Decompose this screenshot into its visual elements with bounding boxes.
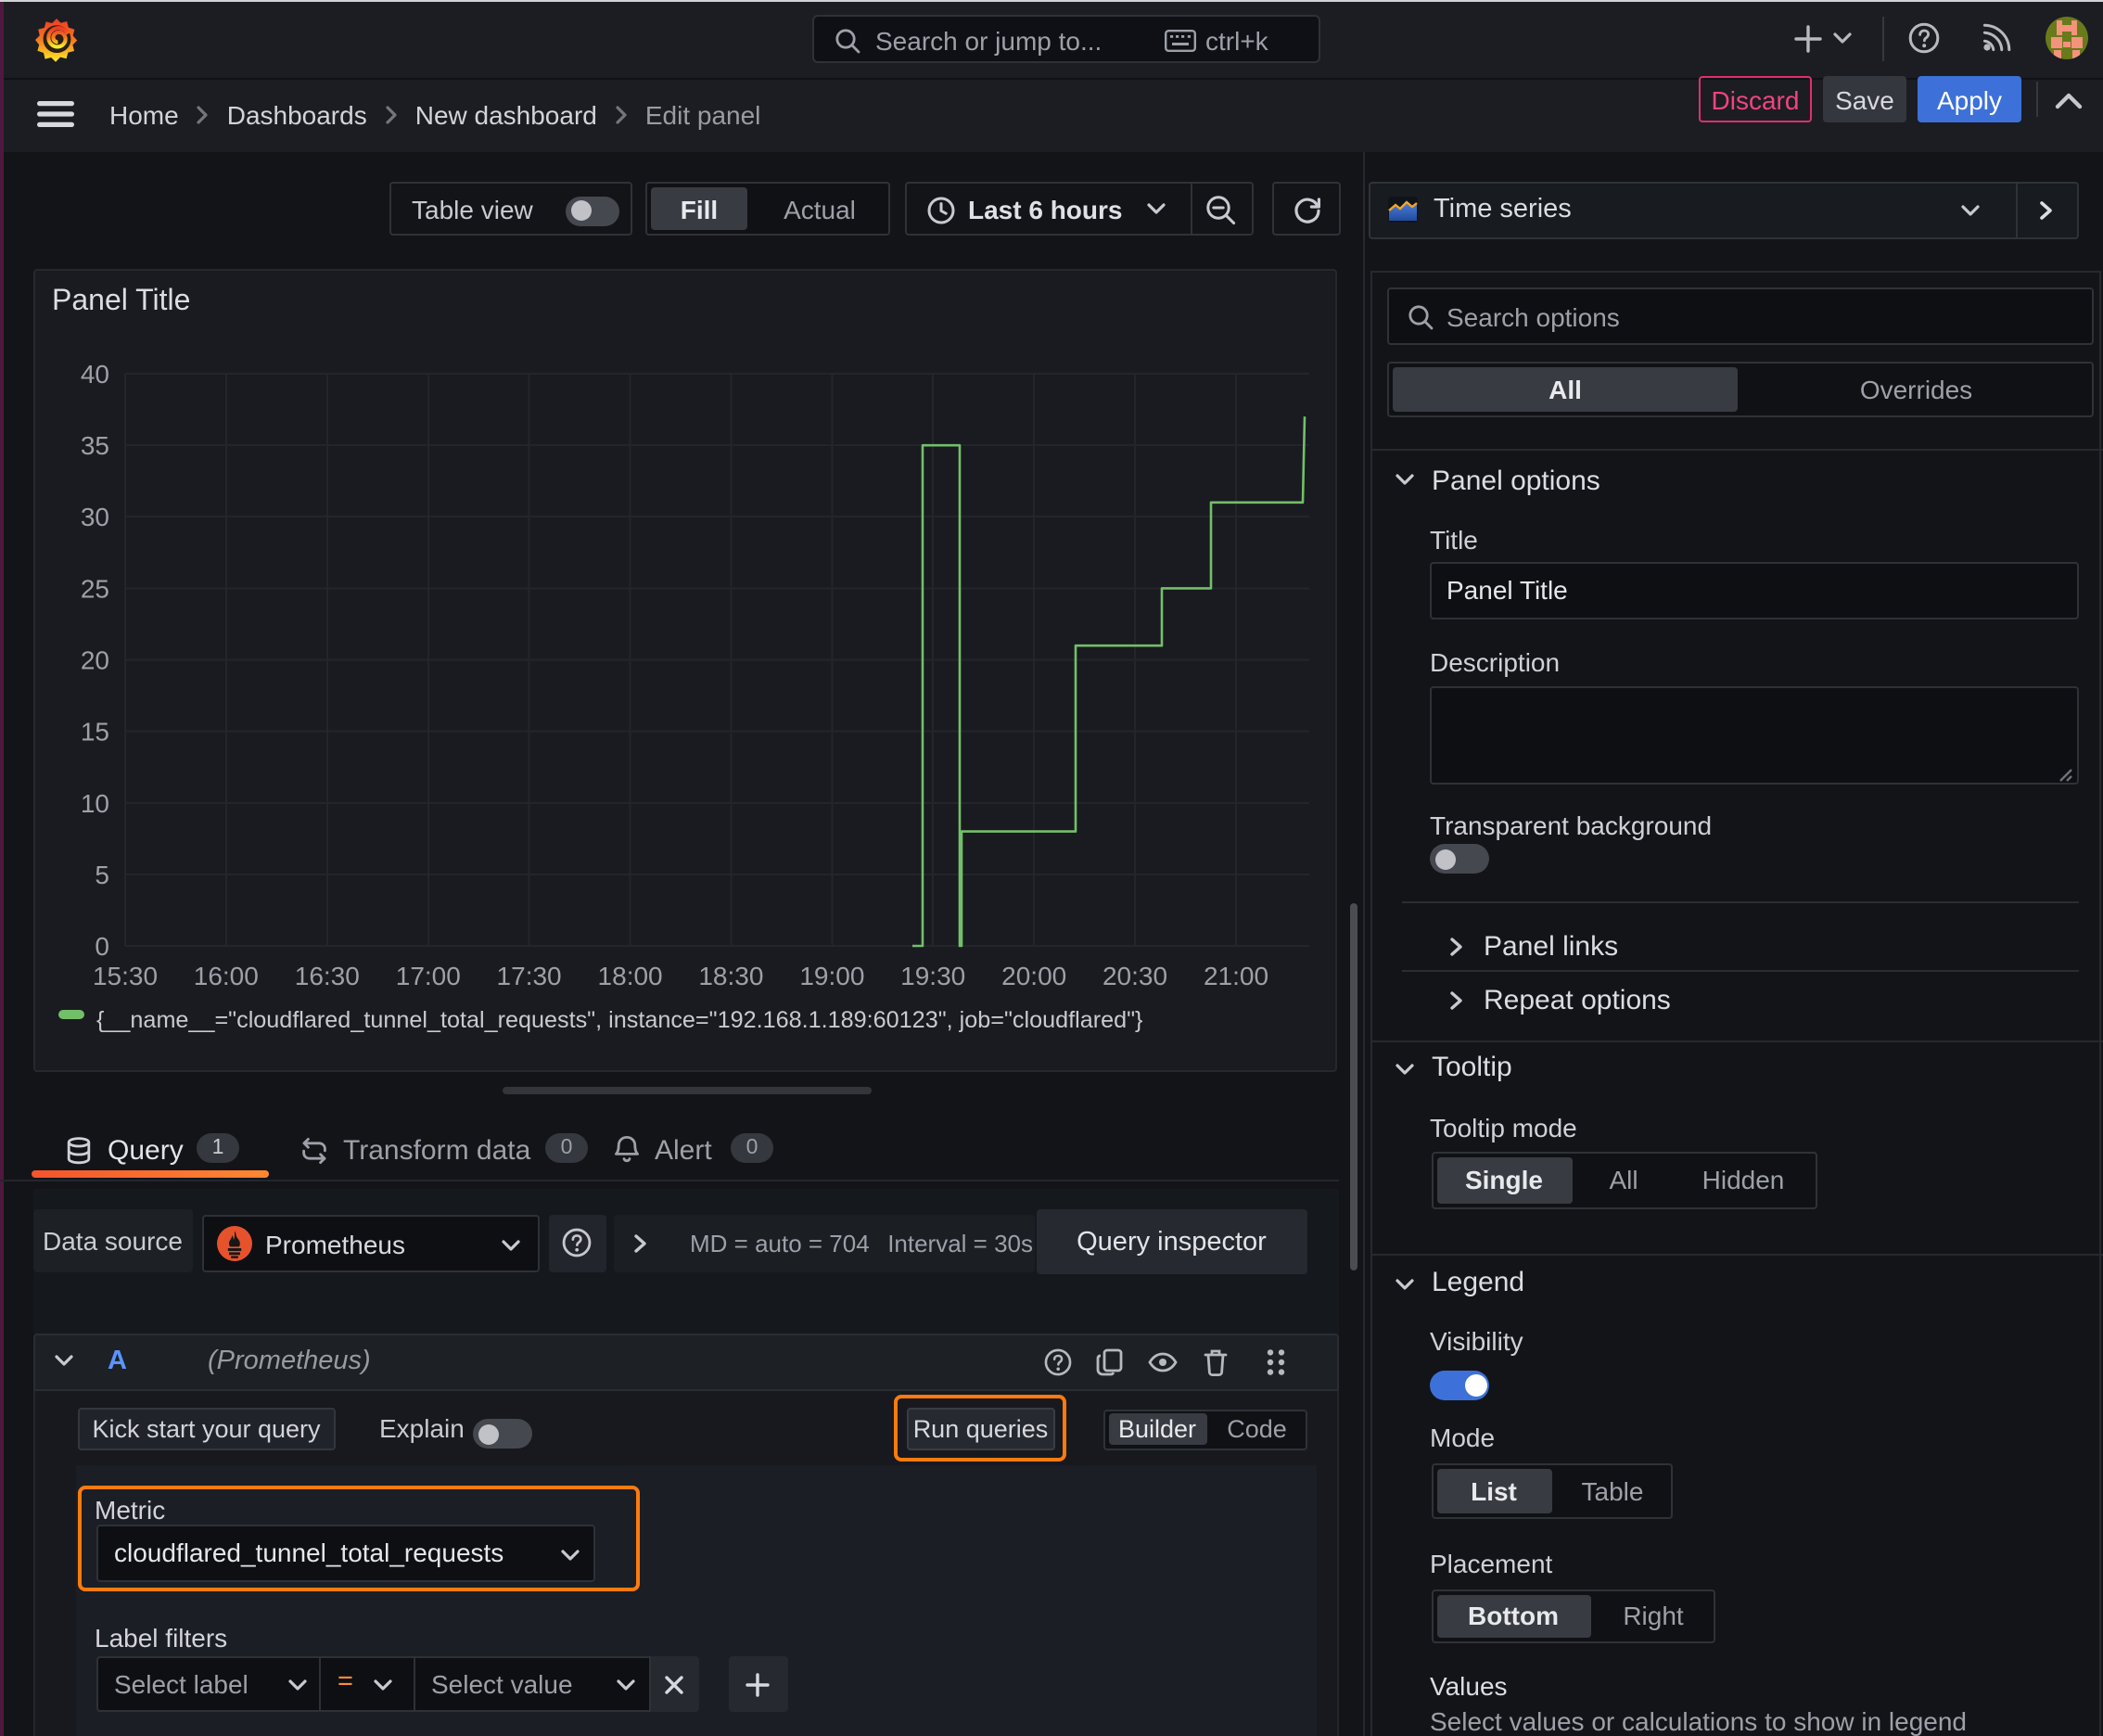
svg-text:20:30: 20:30 <box>1102 962 1167 990</box>
svg-text:21:00: 21:00 <box>1204 962 1268 990</box>
svg-text:18:00: 18:00 <box>598 962 663 990</box>
svg-text:19:00: 19:00 <box>799 962 864 990</box>
svg-text:17:30: 17:30 <box>497 962 562 990</box>
svg-text:20:00: 20:00 <box>1001 962 1066 990</box>
svg-text:25: 25 <box>81 574 109 603</box>
svg-text:30: 30 <box>81 503 109 531</box>
svg-text:15: 15 <box>81 718 109 747</box>
svg-text:{__name__="cloudflared_tunnel_: {__name__="cloudflared_tunnel_total_requ… <box>96 1007 1142 1033</box>
svg-text:16:30: 16:30 <box>295 962 360 990</box>
svg-text:0: 0 <box>95 932 109 961</box>
svg-text:15:30: 15:30 <box>93 962 158 990</box>
svg-text:40: 40 <box>81 360 109 389</box>
svg-text:35: 35 <box>81 431 109 460</box>
svg-text:20: 20 <box>81 646 109 675</box>
svg-text:18:30: 18:30 <box>698 962 763 990</box>
svg-text:17:00: 17:00 <box>396 962 461 990</box>
svg-text:19:30: 19:30 <box>900 962 965 990</box>
svg-text:5: 5 <box>95 861 109 889</box>
svg-text:10: 10 <box>81 789 109 818</box>
svg-text:16:00: 16:00 <box>194 962 259 990</box>
